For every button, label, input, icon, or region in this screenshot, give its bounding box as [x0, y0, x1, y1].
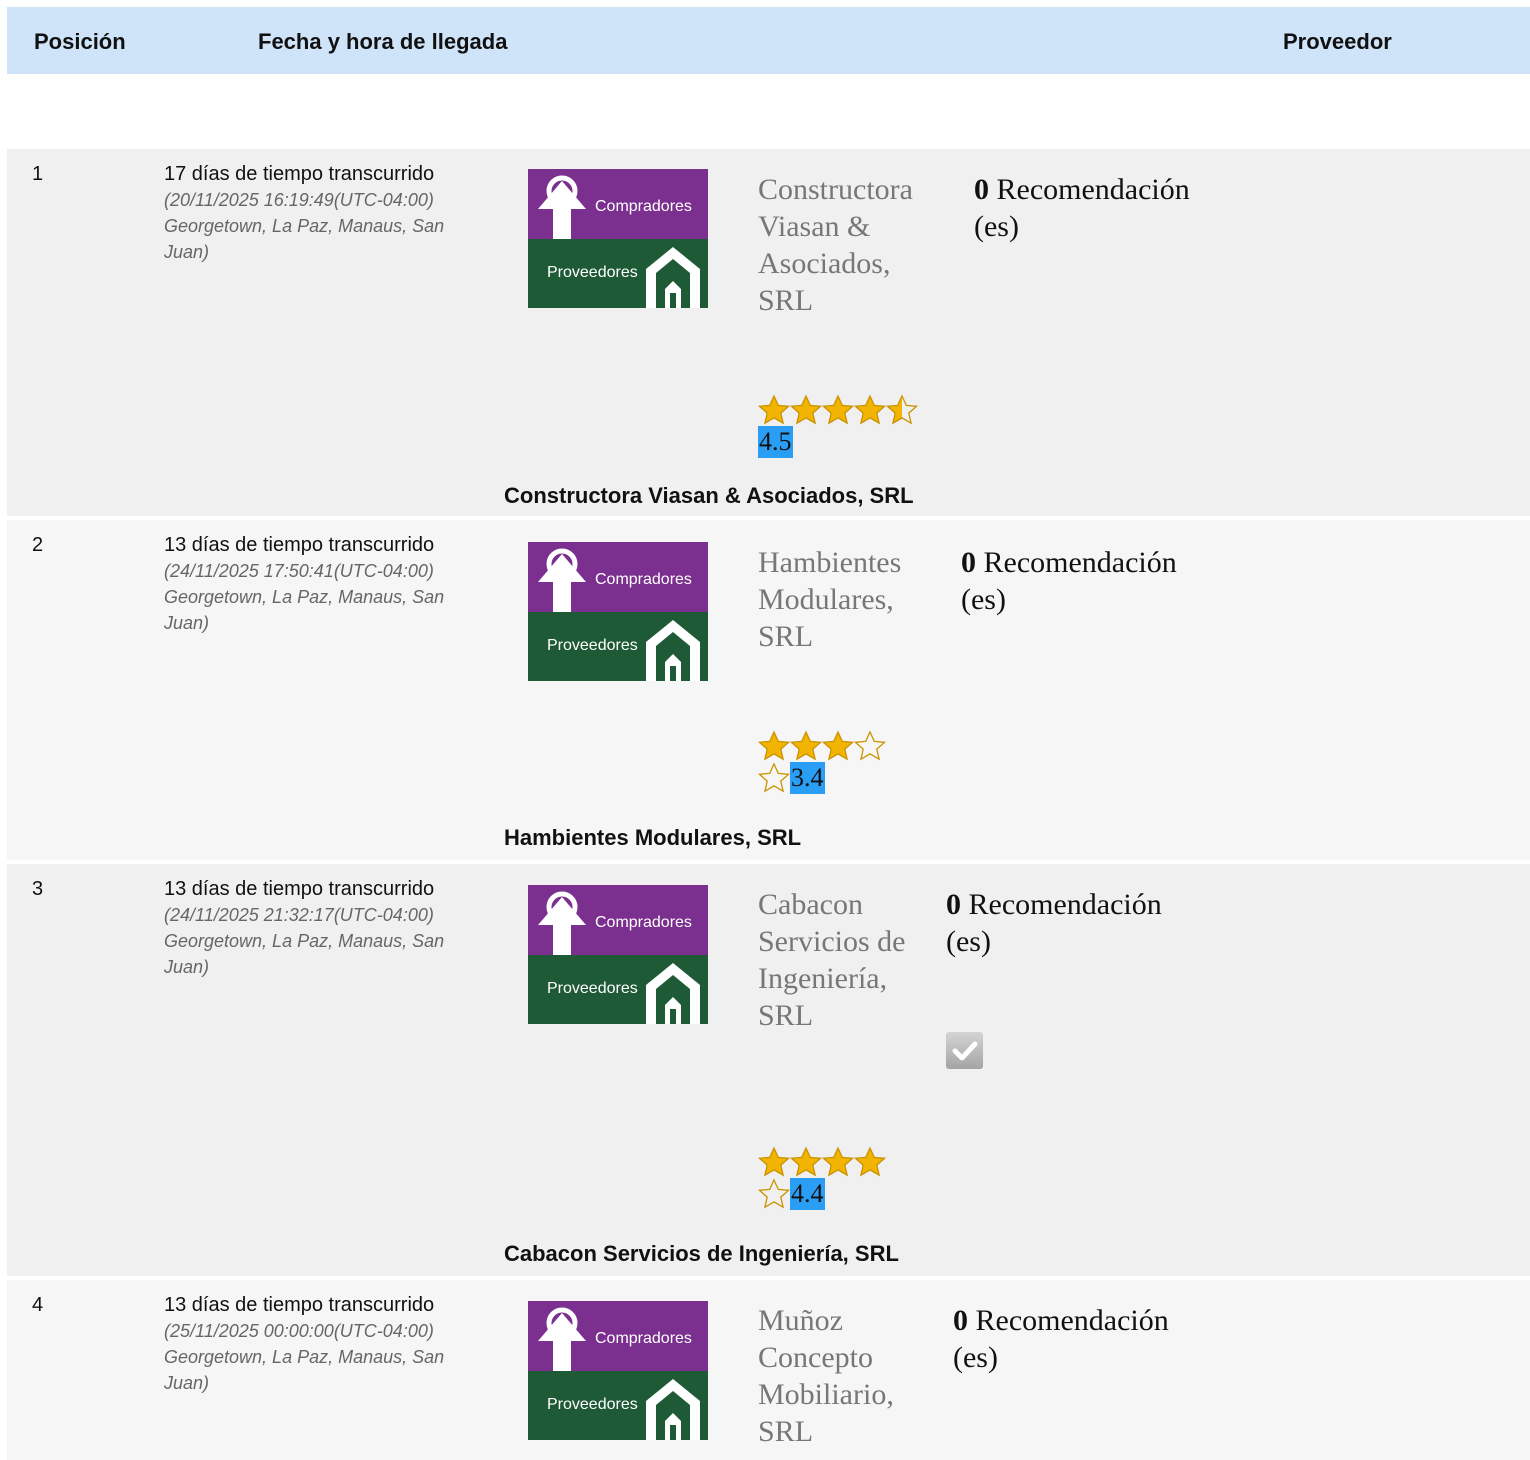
recommendation-label: Recomendación (es): [946, 888, 1162, 958]
table-row: 1 17 días de tiempo transcurrido (20/11/…: [7, 149, 1530, 516]
recommendation-label: Recomendación (es): [974, 173, 1190, 243]
recommendation-count: 0: [946, 888, 961, 921]
star-icon: [789, 1146, 823, 1178]
recommendation-label: Recomendación (es): [953, 1304, 1169, 1374]
table-row: 2 13 días de tiempo transcurrido (24/11/…: [7, 520, 1530, 860]
recommendation-count: 0: [961, 546, 976, 579]
svg-text:Compradores: Compradores: [595, 914, 692, 931]
arrival-timestamp: (25/11/2025 00:00:00(UTC-04:00) Georgeto…: [164, 1321, 445, 1393]
svg-text:Compradores: Compradores: [595, 198, 692, 215]
arrival-timestamp: (20/11/2025 16:19:49(UTC-04:00) Georgeto…: [164, 190, 445, 262]
svg-text:Proveedores: Proveedores: [547, 1396, 638, 1413]
elapsed-text: 13 días de tiempo transcurrido: [164, 534, 435, 556]
supplier-name-link[interactable]: Cabacon Servicios de Ingeniería, SRL: [758, 886, 923, 1034]
header-arrival: Fecha y hora de llegada: [258, 29, 508, 54]
star-icon: [757, 1146, 791, 1178]
arrival-timestamp: (24/11/2025 21:32:17(UTC-04:00) Georgeto…: [164, 905, 445, 977]
table-row: 4 13 días de tiempo transcurrido (25/11/…: [7, 1280, 1530, 1460]
compradores-proveedores-logo: Compradores Proveedores: [528, 1301, 708, 1440]
compradores-proveedores-logo: Compradores Proveedores: [528, 885, 708, 1024]
star-icon: [821, 394, 855, 426]
recommendation-count: 0: [974, 173, 989, 206]
elapsed-text: 13 días de tiempo transcurrido: [164, 1294, 435, 1316]
header-supplier: Proveedor: [1283, 29, 1392, 54]
star-icon: [821, 730, 855, 762]
row-position: 4: [32, 1294, 44, 1316]
star-icon: [789, 730, 823, 762]
table-row: 3 13 días de tiempo transcurrido (24/11/…: [7, 864, 1530, 1276]
check-icon: [946, 1032, 983, 1069]
elapsed-time: 13 días de tiempo transcurrido (24/11/20…: [164, 876, 454, 980]
rating-stars: 3.4: [757, 730, 898, 794]
compradores-proveedores-logo: Compradores Proveedores: [528, 169, 708, 308]
svg-text:Compradores: Compradores: [595, 1330, 692, 1347]
star-icon: [757, 394, 791, 426]
rating-value: 3.4: [790, 762, 825, 794]
svg-text:Proveedores: Proveedores: [547, 264, 638, 281]
star-icon: [853, 394, 887, 426]
supplier-logo[interactable]: Compradores Proveedores: [528, 542, 708, 681]
rating-stars: 4.4: [757, 1146, 898, 1210]
arrival-timestamp: (24/11/2025 17:50:41(UTC-04:00) Georgeto…: [164, 561, 445, 633]
star-icon: [821, 1146, 855, 1178]
svg-text:Proveedores: Proveedores: [547, 637, 638, 654]
recommendations: 0 Recomendación (es): [974, 171, 1224, 245]
star-icon: [757, 762, 791, 794]
recommendation-count: 0: [953, 1304, 968, 1337]
svg-text:Proveedores: Proveedores: [547, 980, 638, 997]
elapsed-time: 17 días de tiempo transcurrido (20/11/20…: [164, 161, 454, 265]
elapsed-text: 17 días de tiempo transcurrido: [164, 163, 435, 185]
supplier-caption: Constructora Viasan & Asociados, SRL: [504, 483, 914, 508]
supplier-logo[interactable]: Compradores Proveedores: [528, 169, 708, 308]
star-icon: [789, 394, 823, 426]
supplier-caption: Cabacon Servicios de Ingeniería, SRL: [504, 1241, 899, 1266]
row-position: 2: [32, 534, 44, 556]
recommendation-label: Recomendación (es): [961, 546, 1177, 616]
elapsed-time: 13 días de tiempo transcurrido (24/11/20…: [164, 532, 454, 636]
recommendations: 0 Recomendación (es): [946, 886, 1196, 960]
supplier-logo[interactable]: Compradores Proveedores: [528, 1301, 708, 1440]
recommendations: 0 Recomendación (es): [953, 1302, 1203, 1376]
star-icon: [885, 394, 919, 426]
row-position: 3: [32, 878, 44, 900]
elapsed-text: 13 días de tiempo transcurrido: [164, 878, 435, 900]
star-icon: [757, 1178, 791, 1210]
star-icon: [757, 730, 791, 762]
elapsed-time: 13 días de tiempo transcurrido (25/11/20…: [164, 1292, 454, 1396]
compradores-proveedores-logo: Compradores Proveedores: [528, 542, 708, 681]
rating-stars: 4.5: [757, 394, 928, 458]
table-header: Posición Fecha y hora de llegada Proveed…: [7, 7, 1530, 74]
supplier-caption: Hambientes Modulares, SRL: [504, 825, 802, 850]
rating-value: 4.5: [758, 426, 793, 458]
row-position: 1: [32, 163, 44, 185]
rating-value: 4.4: [790, 1178, 825, 1210]
star-icon: [853, 1146, 887, 1178]
supplier-name-link[interactable]: Hambientes Modulares, SRL: [758, 544, 938, 655]
supplier-name-link[interactable]: Constructora Viasan & Asociados, SRL: [758, 171, 938, 319]
header-position: Posición: [34, 29, 126, 54]
svg-text:Compradores: Compradores: [595, 571, 692, 588]
recommendations: 0 Recomendación (es): [961, 544, 1211, 618]
supplier-logo[interactable]: Compradores Proveedores: [528, 885, 708, 1024]
star-icon: [853, 730, 887, 762]
supplier-name-link[interactable]: Muñoz Concepto Mobiliario, SRL: [758, 1302, 928, 1450]
